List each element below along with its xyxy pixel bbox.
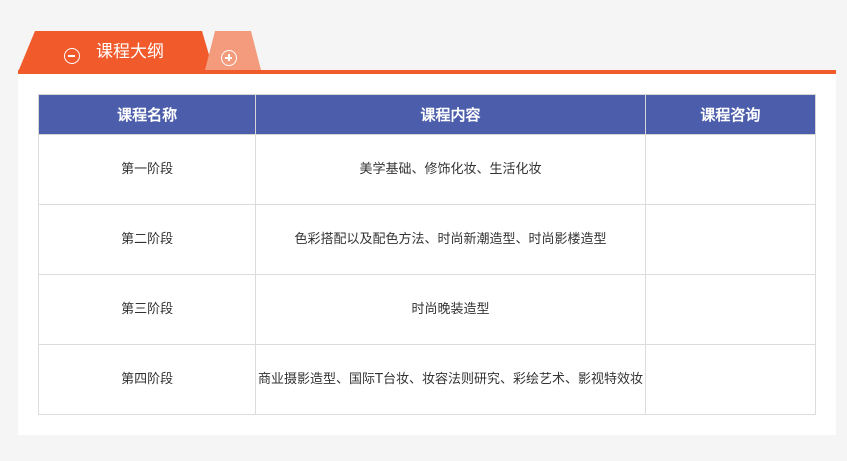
course-consult [644, 134, 817, 205]
table-row: 第四阶段 商业摄影造型、国际T台妆、妆容法则研究、彩绘艺术、影视特效妆 [37, 344, 817, 415]
course-stage: 第四阶段 [37, 344, 257, 415]
tab-course-outline[interactable]: 课程大纲 [18, 31, 214, 72]
table-row: 第一阶段 美学基础、修饰化妆、生活化妆 [37, 134, 817, 205]
course-content: 美学基础、修饰化妆、生活化妆 [255, 134, 646, 205]
table-row: 第二阶段 色彩搭配以及配色方法、时尚新潮造型、时尚影楼造型 [37, 204, 817, 275]
table-header-row: 课程名称 课程内容 课程咨询 [37, 94, 817, 135]
course-table: 课程名称 课程内容 课程咨询 第一阶段 美学基础、修饰化妆、生活化妆 第二阶段 … [37, 94, 817, 415]
course-consult [644, 204, 817, 275]
course-stage: 第一阶段 [37, 134, 257, 205]
course-consult [644, 344, 817, 415]
course-content: 商业摄影造型、国际T台妆、妆容法则研究、彩绘艺术、影视特效妆 [255, 344, 646, 415]
course-stage: 第三阶段 [37, 274, 257, 345]
header-course-name: 课程名称 [37, 94, 257, 135]
minus-circle-icon[interactable] [64, 48, 80, 64]
header-course-content: 课程内容 [255, 94, 646, 135]
tab-label: 课程大纲 [96, 42, 164, 62]
header-course-consult: 课程咨询 [644, 94, 817, 135]
tab-add[interactable] [205, 31, 261, 70]
tab-bar: 课程大纲 [0, 0, 847, 74]
course-content: 时尚晚装造型 [255, 274, 646, 345]
table-row: 第三阶段 时尚晚装造型 [37, 274, 817, 345]
course-stage: 第二阶段 [37, 204, 257, 275]
course-consult [644, 274, 817, 345]
plus-circle-icon[interactable] [221, 50, 237, 66]
course-content: 色彩搭配以及配色方法、时尚新潮造型、时尚影楼造型 [255, 204, 646, 275]
course-panel: 课程名称 课程内容 课程咨询 第一阶段 美学基础、修饰化妆、生活化妆 第二阶段 … [18, 74, 836, 435]
